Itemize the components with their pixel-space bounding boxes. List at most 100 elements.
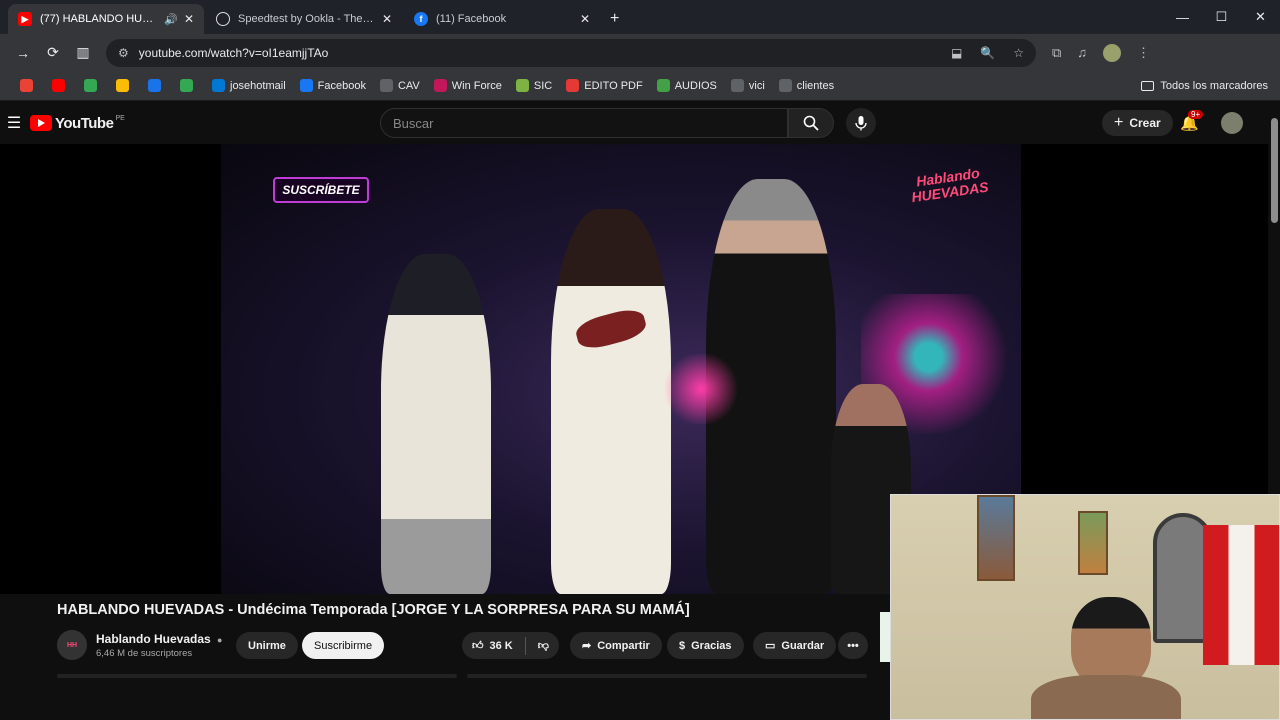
bookmark-item[interactable]: josehotmail bbox=[212, 79, 286, 92]
bookmark-label: vici bbox=[748, 79, 765, 92]
youtube-header: ☰ YouTube PE Buscar + Crear 🔔 9+ bbox=[0, 102, 1280, 144]
painting-right bbox=[1078, 511, 1108, 575]
side-panel-edge bbox=[880, 612, 890, 662]
show-logo: Hablando HUEVADAS bbox=[910, 164, 990, 206]
youtube-icon bbox=[52, 79, 65, 92]
person-body bbox=[1031, 675, 1181, 719]
tab-speedtest[interactable]: Speedtest by Ookla - The Global ✕ bbox=[206, 4, 402, 34]
thanks-label: Gracias bbox=[691, 639, 732, 652]
close-tab-icon[interactable]: ✕ bbox=[184, 12, 194, 26]
channel-name-text[interactable]: Hablando Huevadas bbox=[96, 632, 211, 646]
account-avatar[interactable] bbox=[1221, 112, 1243, 134]
bookmark-label: Win Force bbox=[451, 79, 502, 92]
bookmark-item[interactable]: SIC bbox=[515, 79, 553, 92]
bookmark-item[interactable]: clientes bbox=[778, 79, 835, 92]
v-icon bbox=[656, 79, 670, 92]
maximize-icon[interactable]: ☐ bbox=[1202, 0, 1241, 34]
menu-icon[interactable]: ⋮ bbox=[1137, 45, 1150, 61]
window-controls: — ☐ ✕ bbox=[1163, 0, 1280, 34]
share-label: Compartir bbox=[597, 639, 650, 652]
tab-facebook[interactable]: f (11) Facebook ✕ bbox=[404, 4, 600, 34]
bookmark-item[interactable] bbox=[52, 79, 70, 92]
address-bar-row: → ⟳ ▥ ⚙ youtube.com/watch?v=oI1eamjjTAo … bbox=[0, 34, 1280, 71]
bookmark-item[interactable]: CAV bbox=[379, 79, 420, 92]
person-webcam bbox=[1071, 597, 1151, 687]
bookmark-item[interactable] bbox=[20, 79, 38, 92]
site-info-icon[interactable]: ⚙ bbox=[118, 46, 129, 60]
pink-light bbox=[661, 354, 741, 424]
thanks-button[interactable]: $ Gracias bbox=[667, 632, 744, 659]
subscriber-count: 6,46 M de suscriptores bbox=[96, 647, 193, 659]
install-icon[interactable]: ⬓ bbox=[951, 46, 962, 60]
page-scrollbar[interactable] bbox=[1271, 118, 1278, 223]
more-actions-button[interactable]: ••• bbox=[838, 632, 868, 659]
close-window-icon[interactable]: ✕ bbox=[1241, 0, 1280, 34]
pdf-icon bbox=[566, 79, 580, 92]
instagram-icon bbox=[778, 79, 792, 92]
bookmark-item[interactable]: Facebook bbox=[299, 79, 366, 92]
bookmark-item[interactable] bbox=[180, 79, 198, 92]
bookmark-item[interactable] bbox=[148, 79, 166, 92]
channel-name[interactable]: Hablando Huevadas ● bbox=[96, 632, 222, 646]
tab-title: (11) Facebook bbox=[436, 13, 507, 25]
bookmark-label: clientes bbox=[796, 79, 835, 92]
thumbs-down-icon[interactable]: 👎︎ bbox=[538, 639, 549, 652]
bookmark-label: SIC bbox=[533, 79, 553, 92]
like-button[interactable]: 👍︎ 36 K bbox=[472, 639, 513, 653]
speedtest-icon bbox=[216, 12, 230, 26]
channel-row: HH Hablando Huevadas ● 6,46 M de suscrip… bbox=[57, 630, 222, 660]
bookmarks-bar: josehotmail Facebook CAV Win Force SIC EDITO … bbox=[0, 71, 1280, 101]
extensions-icon[interactable]: ⧉ bbox=[1052, 45, 1061, 61]
microphone-icon bbox=[855, 116, 867, 131]
close-tab-icon[interactable]: ✕ bbox=[382, 12, 392, 26]
search-input[interactable]: Buscar bbox=[380, 108, 788, 138]
reload-icon[interactable]: ⟳ bbox=[38, 44, 68, 61]
description-placeholder bbox=[57, 674, 457, 678]
forward-icon[interactable]: → bbox=[8, 45, 38, 61]
bookmark-item[interactable]: Win Force bbox=[433, 79, 502, 92]
facebook-icon: f bbox=[414, 12, 428, 26]
youtube-logo[interactable]: YouTube PE bbox=[30, 115, 125, 132]
channel-avatar[interactable]: HH bbox=[57, 630, 87, 660]
voice-search-button[interactable] bbox=[846, 108, 876, 138]
new-tab-icon[interactable]: + bbox=[610, 4, 619, 34]
tab-title: (77) HABLANDO HUEVADAS bbox=[40, 13, 160, 25]
zoom-icon[interactable]: 🔍 bbox=[980, 46, 995, 60]
bookmark-item[interactable]: AUDIOS bbox=[656, 79, 717, 92]
browser-tab-strip: ▶ (77) HABLANDO HUEVADAS 🔊 ✕ Speedtest b… bbox=[0, 0, 1280, 34]
bookmark-item[interactable] bbox=[84, 79, 102, 92]
more-icon: ••• bbox=[847, 639, 859, 652]
webcam-overlay bbox=[890, 494, 1280, 720]
close-tab-icon[interactable]: ✕ bbox=[580, 12, 590, 26]
bookmark-star-icon[interactable]: ☆ bbox=[1013, 46, 1024, 60]
all-bookmarks-button[interactable]: Todos los marcadores bbox=[1141, 71, 1268, 101]
bookmark-item[interactable]: vici bbox=[730, 79, 765, 92]
verified-icon: ● bbox=[217, 634, 223, 645]
media-controls-icon[interactable]: ♫ bbox=[1077, 45, 1087, 60]
join-button[interactable]: Unirme bbox=[236, 632, 298, 659]
bookmark-item[interactable] bbox=[116, 79, 134, 92]
save-button[interactable]: ▭ Guardar bbox=[753, 632, 837, 659]
winforce-icon bbox=[433, 79, 447, 92]
minimize-icon[interactable]: — bbox=[1163, 0, 1202, 34]
globe-icon bbox=[148, 79, 161, 92]
profile-avatar[interactable] bbox=[1103, 43, 1122, 62]
hamburger-menu-icon[interactable]: ☰ bbox=[0, 113, 28, 133]
like-dislike-group: 👍︎ 36 K 👎︎ bbox=[462, 632, 559, 659]
speaker-icon[interactable]: 🔊 bbox=[164, 13, 178, 26]
share-icon: ➦ bbox=[582, 640, 592, 652]
url-input[interactable]: ⚙ youtube.com/watch?v=oI1eamjjTAo ⬓ 🔍 ☆ bbox=[106, 38, 1036, 67]
split-view-icon[interactable]: ▥ bbox=[68, 44, 98, 61]
subscribe-sticker: SUSCRÍBETE bbox=[273, 177, 369, 203]
search-icon bbox=[803, 115, 819, 131]
painting-left bbox=[977, 495, 1015, 581]
man-left-figure bbox=[381, 254, 491, 594]
tab-youtube[interactable]: ▶ (77) HABLANDO HUEVADAS 🔊 ✕ bbox=[8, 4, 204, 34]
photos-icon bbox=[116, 79, 129, 92]
create-button[interactable]: + Crear bbox=[1102, 110, 1173, 136]
all-bookmarks-label: Todos los marcadores bbox=[1160, 80, 1268, 92]
bookmark-item[interactable]: EDITO PDF bbox=[566, 79, 643, 92]
search-button[interactable] bbox=[788, 108, 834, 138]
share-button[interactable]: ➦ Compartir bbox=[570, 632, 662, 659]
subscribe-button[interactable]: Suscribirme bbox=[302, 632, 385, 659]
